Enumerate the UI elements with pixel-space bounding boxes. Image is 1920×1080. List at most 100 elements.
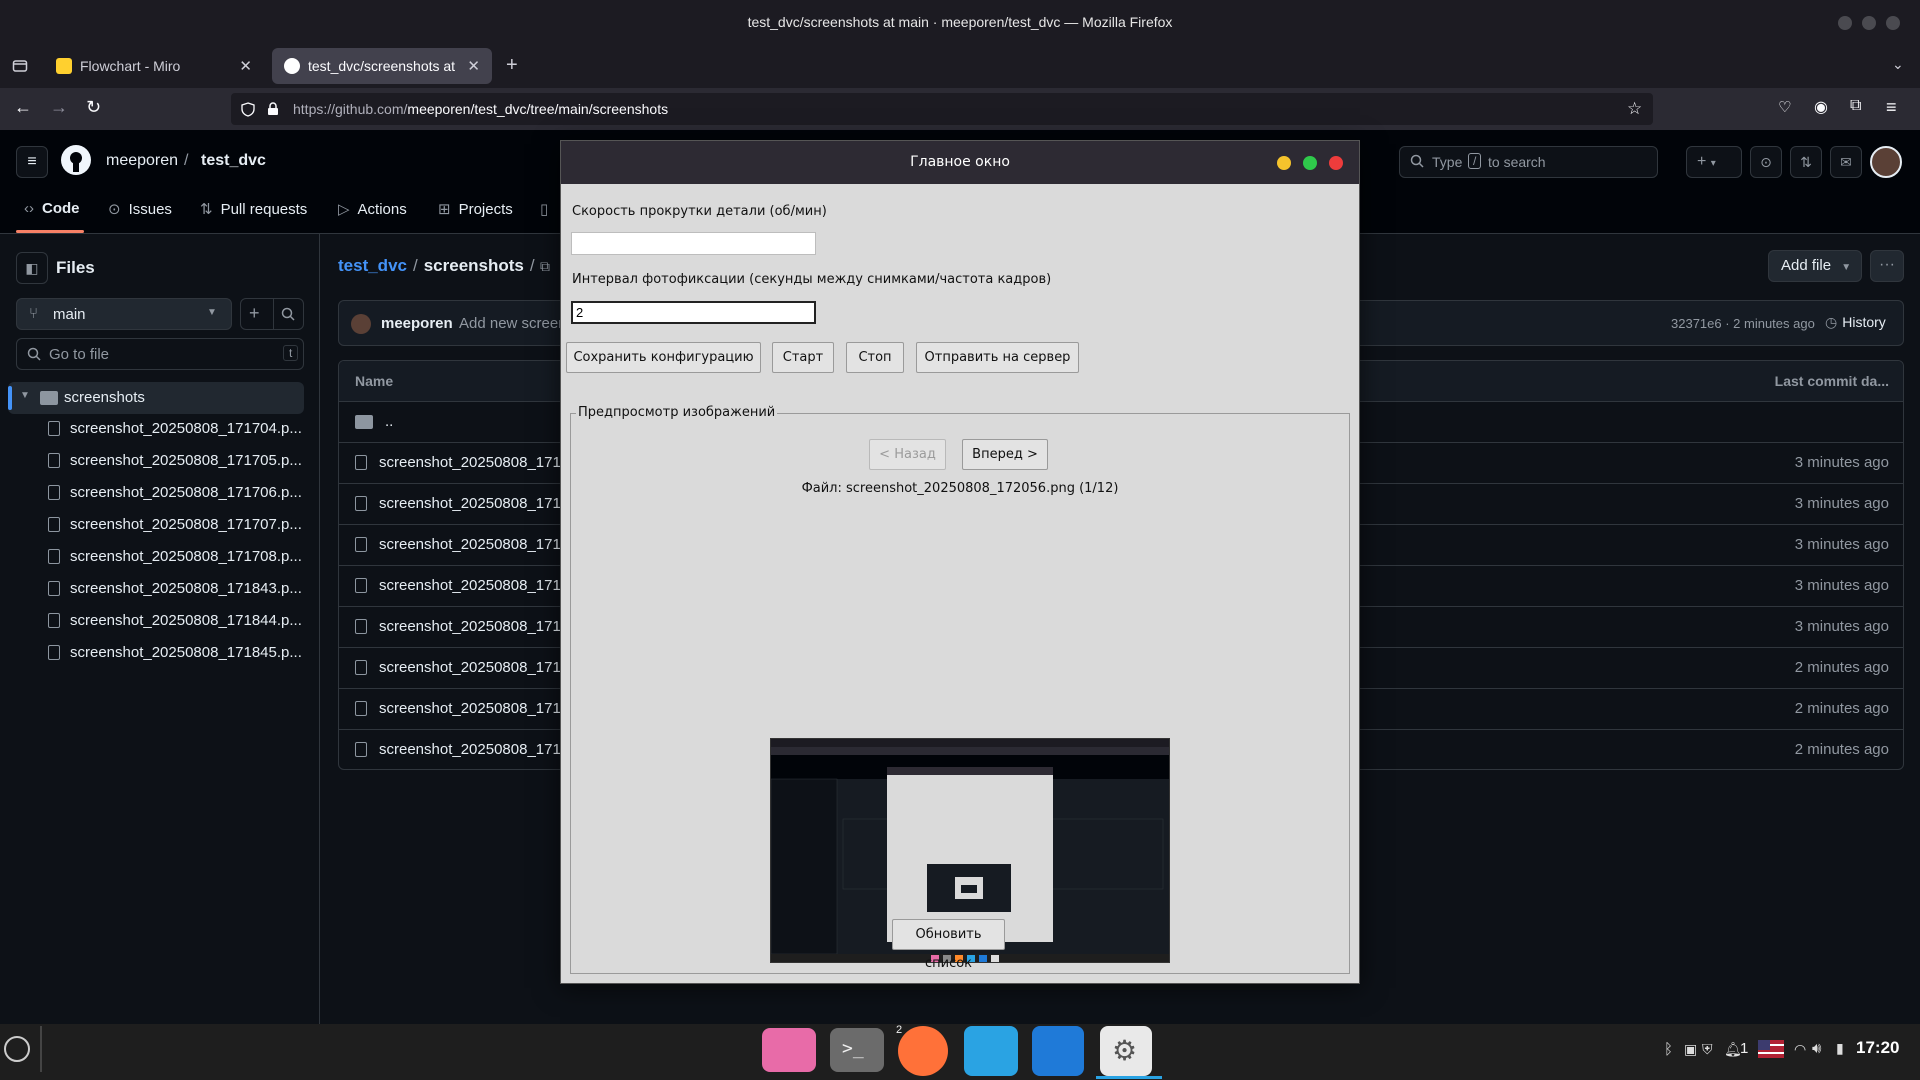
commit-author[interactable]: meeporen <box>381 315 453 332</box>
maximize-dot-icon[interactable] <box>1303 156 1317 170</box>
vscode-icon[interactable] <box>1032 1026 1084 1076</box>
inbox-icon[interactable]: ✉ <box>1830 146 1862 178</box>
play-icon: ▷ <box>338 201 350 218</box>
start-button[interactable]: Старт <box>772 342 834 373</box>
tree-item-file[interactable]: screenshot_20250808_171843.p... <box>48 580 302 597</box>
add-file-button[interactable]: Add file ▼ <box>1768 250 1862 282</box>
back-button[interactable]: < Назад <box>869 439 946 470</box>
issues-icon[interactable]: ⊙ <box>1750 146 1782 178</box>
maximize-button[interactable] <box>1862 16 1876 30</box>
dialog-title: Главное окно <box>910 154 1010 170</box>
collapse-sidebar-icon[interactable]: ◧ <box>16 252 48 284</box>
tree-item-file[interactable]: screenshot_20250808_171706.p... <box>48 484 302 501</box>
copy-path-icon[interactable]: ⧉ <box>540 258 550 275</box>
interval-input[interactable] <box>571 301 816 324</box>
battery-icon[interactable]: ▮ <box>1836 1040 1844 1057</box>
tab-code[interactable]: ‹› Code <box>24 200 80 217</box>
account-icon[interactable]: ◉ <box>1814 97 1828 117</box>
stop-button[interactable]: Стоп <box>846 342 904 373</box>
shield-update-icon[interactable]: ⛨ <box>1702 1041 1713 1058</box>
refresh-list-button[interactable]: Обновить список <box>892 919 1005 971</box>
speed-label: Скорость прокрутки детали (об/мин) <box>572 204 827 219</box>
forward-arrow-icon[interactable]: → <box>50 97 68 118</box>
bluetooth-icon[interactable]: ᛒ <box>1664 1041 1673 1058</box>
search-input[interactable]: Type / to search <box>1399 146 1658 178</box>
close-dot-icon[interactable] <box>1329 156 1343 170</box>
pull-requests-icon[interactable]: ⇅ <box>1790 146 1822 178</box>
pull-request-icon: ⇅ <box>200 201 213 218</box>
breadcrumb-repo[interactable]: test_dvc <box>201 152 266 170</box>
close-tab-icon[interactable]: ✕ <box>467 57 480 75</box>
more-options-icon[interactable]: ··· <box>1870 250 1904 282</box>
tree-item-file[interactable]: screenshot_20250808_171708.p... <box>48 548 302 565</box>
tree-item-file[interactable]: screenshot_20250808_171844.p... <box>48 612 302 629</box>
tab-label: test_dvc/screenshots at mai <box>308 58 459 74</box>
settings-gear-icon[interactable]: ⚙ <box>1100 1026 1152 1076</box>
files-folder-icon[interactable] <box>762 1028 816 1072</box>
breadcrumb-owner[interactable]: meeporen <box>106 152 178 170</box>
search-icon[interactable] <box>281 307 295 321</box>
add-file-icon[interactable]: + <box>249 303 260 324</box>
file-icon <box>355 742 367 757</box>
history-link[interactable]: ◷ History <box>1825 314 1886 331</box>
close-tab-icon[interactable]: ✕ <box>239 57 252 75</box>
tab-actions[interactable]: ▷ Actions <box>338 200 407 219</box>
terminal-icon[interactable]: >_ <box>830 1028 884 1072</box>
tree-item-file[interactable]: screenshot_20250808_171704.p... <box>48 420 302 437</box>
send-to-server-button[interactable]: Отправить на сервер <box>916 342 1079 373</box>
tab-projects[interactable]: ⊞ Projects <box>438 200 513 219</box>
extensions-icon[interactable]: ⧉ <box>1850 97 1861 115</box>
table-icon: ⊞ <box>438 201 451 218</box>
tree-item-file[interactable]: screenshot_20250808_171707.p... <box>48 516 302 533</box>
minimize-button[interactable] <box>1838 16 1852 30</box>
issues-icon: ⊙ <box>108 201 121 218</box>
firefox-icon[interactable] <box>898 1026 948 1076</box>
close-window-button[interactable] <box>1886 16 1900 30</box>
miro-favicon-icon <box>56 58 72 74</box>
clipboard-icon[interactable]: ▣ <box>1684 1041 1697 1058</box>
lock-icon[interactable] <box>267 102 279 116</box>
commit-hash-time[interactable]: 32371e6 · 2 minutes ago <box>1671 316 1815 331</box>
bookmark-star-icon[interactable]: ☆ <box>1627 99 1642 119</box>
keyboard-layout-flag-icon[interactable] <box>1758 1040 1784 1058</box>
window-title: test_dvc/screenshots at main · meeporen/… <box>747 14 1173 30</box>
pocket-icon[interactable]: ♡ <box>1778 98 1791 116</box>
tree-item-screenshots-folder[interactable]: ▼ screenshots <box>8 382 304 414</box>
tree-item-file[interactable]: screenshot_20250808_171845.p... <box>48 644 302 661</box>
avatar[interactable] <box>1870 146 1902 178</box>
new-tab-icon[interactable]: + <box>506 54 518 77</box>
branch-selector[interactable]: ⑂ main ▼ <box>16 298 232 330</box>
file-icon <box>48 613 60 628</box>
start-menu-icon[interactable] <box>4 1036 30 1062</box>
tab-issues[interactable]: ⊙ Issues <box>108 200 172 219</box>
minimize-dot-icon[interactable] <box>1277 156 1291 170</box>
chevron-down-icon: ▼ <box>207 307 217 318</box>
url-bar[interactable]: https://github.com/meeporen/test_dvc/tre… <box>231 93 1653 125</box>
tab-github[interactable]: test_dvc/screenshots at mai ✕ <box>272 48 492 84</box>
telegram-icon[interactable] <box>964 1026 1018 1076</box>
save-config-button[interactable]: Сохранить конфигурацию <box>566 342 761 373</box>
hamburger-menu-icon[interactable]: ≡ <box>16 146 48 178</box>
tab-miro[interactable]: Flowchart - Miro ✕ <box>44 48 264 84</box>
tab-wiki[interactable]: ▯ <box>540 200 548 218</box>
reload-icon[interactable]: ↻ <box>86 97 101 118</box>
tree-item-file[interactable]: screenshot_20250808_171705.p... <box>48 452 302 469</box>
taskbar-divider <box>40 1026 42 1072</box>
tab-pull-requests[interactable]: ⇅ Pull requests <box>200 200 307 219</box>
github-logo-icon[interactable] <box>60 144 92 176</box>
column-date-header: Last commit da... <box>1774 373 1889 389</box>
forward-button[interactable]: Вперед > <box>962 439 1048 470</box>
go-to-file-input[interactable]: Go to file t <box>16 338 304 370</box>
tab-overflow-chevron-icon[interactable]: ⌄ <box>1892 56 1904 73</box>
tab-list-icon[interactable] <box>12 58 28 74</box>
clock[interactable]: 17:20 <box>1856 1038 1899 1058</box>
create-new-button[interactable]: + ▾ <box>1686 146 1742 178</box>
wifi-icon[interactable]: ◠ <box>1794 1041 1806 1058</box>
volume-icon[interactable]: 🔊︎ <box>1812 1040 1821 1057</box>
commit-message[interactable]: Add new screen <box>459 315 567 332</box>
back-arrow-icon[interactable]: ← <box>14 97 32 118</box>
speed-input[interactable] <box>571 232 816 255</box>
menu-hamburger-icon[interactable]: ≡ <box>1886 97 1897 118</box>
breadcrumb-repo-link[interactable]: test_dvc <box>338 256 407 276</box>
shield-icon[interactable] <box>241 102 255 117</box>
